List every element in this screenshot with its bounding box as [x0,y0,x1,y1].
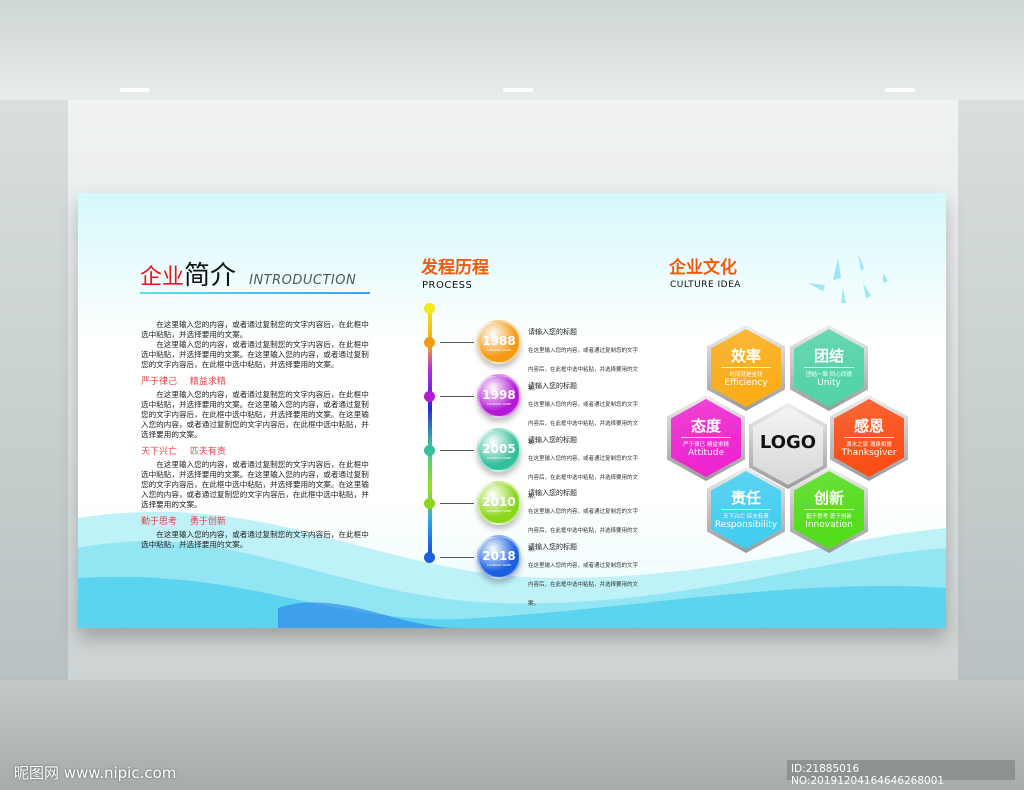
intro-paragraph: 在这里输入您的内容，或者通过复制您的文字内容后，在此框中选中粘贴，并选择要用的文… [141,340,369,369]
title-underline [140,292,370,294]
value-title: 感恩 [844,415,894,438]
arrow-connector [440,557,474,558]
ceiling-lamp [120,88,150,92]
value-english: Innovation [805,520,853,530]
year-circle: 2018 COMPANY NAME [477,535,521,579]
event-heading: 请输入您的标题 [528,489,577,497]
year-label: 2010 [482,495,516,509]
value-title: 责任 [721,487,771,510]
culture-title: 企业文化 [669,258,737,278]
intro-body: 在这里输入您的内容，或者通过复制您的文字内容后，在此框中选中粘贴，并选择要用的文… [141,320,371,550]
process-title: 发程历程 [421,258,489,278]
year-label: 2005 [482,442,516,456]
event-heading: 请输入您的标题 [528,328,577,336]
watermark: 昵图网 www.nipic.com [14,764,177,782]
value-title: 态度 [681,415,731,438]
arrow-connector [440,450,474,451]
company-name: COMPANY NAME [486,402,512,406]
year-circle: 1998 COMPANY NAME [477,374,521,418]
ceiling-lamp [885,88,915,92]
arrow-connector [440,396,474,397]
value-motto: 天下兴亡 匹夫有责 [723,514,769,520]
ceiling [0,0,1024,100]
intro-title: 企业简介 INTRODUCTION [140,255,356,292]
year-circle: 1988 COMPANY NAME [477,320,521,364]
year-label: 2018 [482,549,516,563]
year-label: 1988 [482,334,516,348]
value-motto: 时间就是金钱 [729,372,763,378]
birds-decoration [808,253,888,303]
culture-title-en: CULTURE IDEA [670,280,741,290]
value-title: 创新 [804,487,854,510]
value-motto: 滴水之恩 涌泉相报 [846,442,892,448]
value-english: Attitude [687,448,725,458]
intro-title-en: INTRODUCTION [249,273,357,288]
value-hexagon: 效率时间就是金钱 Efficiency [707,325,785,411]
intro-paragraph: 在这里输入您的内容，或者通过复制您的文字内容后，在此框中选中粘贴，并选择要用的文… [141,460,369,509]
value-hexagon: 团结团结一致 同心同德 Unity [790,325,868,411]
value-english: Responsibility [714,520,778,530]
timeline-event: 请输入您的标题在这里输入您的内容，或者通过复制您的文字内容后，在此框中选中粘贴，… [528,542,638,609]
event-heading: 请输入您的标题 [528,543,577,551]
company-name: COMPANY NAME [486,456,512,460]
intro-title-black: 简介 [184,261,237,291]
intro-paragraph: 在这里输入您的内容，或者通过复制您的文字内容后，在此框中选中粘贴，并选择要用的文… [141,320,369,339]
year-circle: 2010 COMPANY NAME [477,481,521,525]
event-text: 在这里输入您的内容，或者通过复制您的文字内容后，在此框中选中粘贴，并选择要用的文… [528,563,639,607]
culture-board: 企业简介 INTRODUCTION 在这里输入您的内容，或者通过复制您的文字内容… [78,193,946,628]
arrow-connector [440,503,474,504]
process-title-en: PROCESS [422,280,473,291]
value-english: Efficiency [724,378,768,388]
intro-subheading: 勤于思考 勇于创新 [141,517,226,527]
image-id-badge: ID:21885016 NO:20191204164646268001 [787,760,1015,787]
timeline-dot [424,391,435,402]
intro-subheading: 天下兴亡 匹夫有责 [141,447,226,457]
timeline-dot [424,552,435,563]
ceiling-lamp [503,88,533,92]
arrow-connector [440,342,474,343]
company-name: COMPANY NAME [486,509,512,513]
value-title: 团结 [804,345,854,368]
timeline-dot [424,303,435,314]
value-motto: 团结一致 同心同德 [806,372,852,378]
value-english: Unity [817,378,841,388]
company-name: COMPANY NAME [486,563,512,567]
year-label: 1998 [482,388,516,402]
intro-paragraph: 在这里输入您的内容，或者通过复制您的文字内容后，在此框中选中粘贴，并选择要用的文… [141,530,369,549]
intro-subheading: 严于律己 精益求精 [141,377,226,387]
timeline-dot [424,445,435,456]
logo-text: LOGO [759,432,817,453]
timeline-dot [424,498,435,509]
timeline-dot [424,337,435,348]
year-circle: 2005 COMPANY NAME [477,428,521,472]
intro-title-red: 企业 [140,265,185,290]
company-name: COMPANY NAME [486,348,512,352]
event-heading: 请输入您的标题 [528,436,577,444]
value-motto: 勤于思考 勇于创新 [806,514,852,520]
value-motto: 严于律已 精益求精 [683,442,729,448]
intro-paragraph: 在这里输入您的内容，或者通过复制您的文字内容后，在此框中选中粘贴，并选择要用的文… [141,390,369,439]
value-title: 效率 [721,345,771,368]
value-english: Thanksgiver [841,448,897,458]
event-heading: 请输入您的标题 [528,382,577,390]
